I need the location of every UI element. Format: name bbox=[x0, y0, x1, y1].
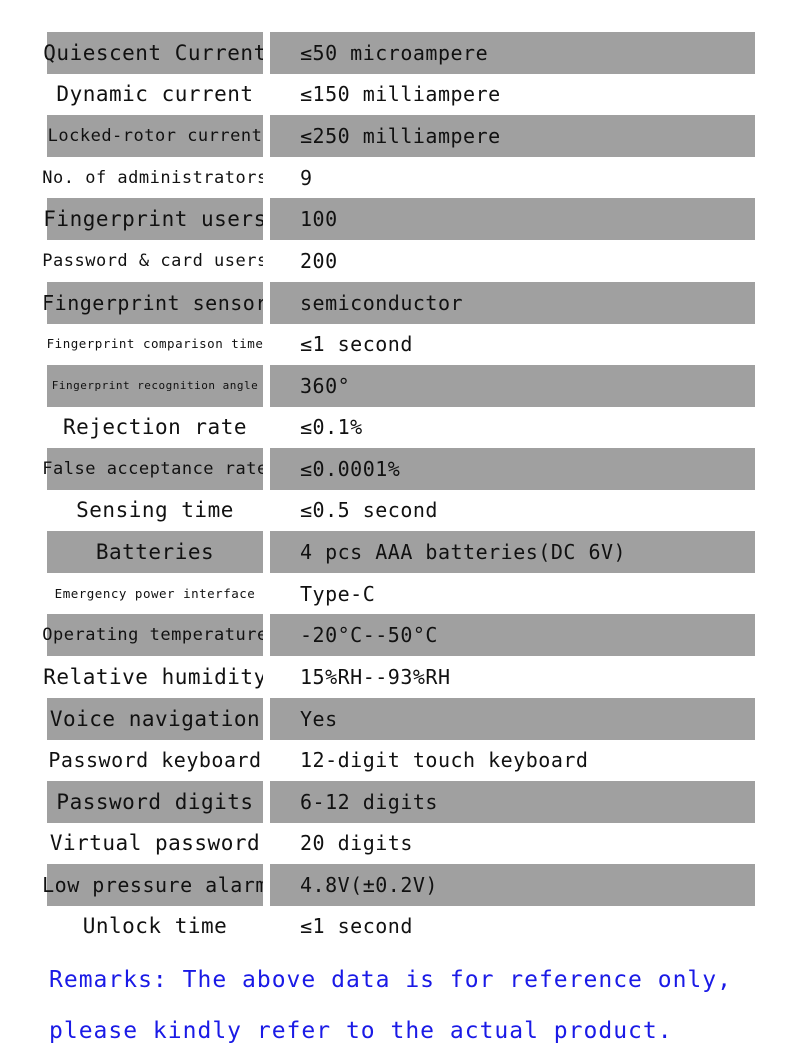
spec-value: ≤50 microampere bbox=[270, 32, 755, 74]
spec-label: Voice navigation bbox=[47, 697, 263, 740]
spec-row: Fingerprint sensor semiconductor bbox=[42, 281, 755, 324]
spec-label: Fingerprint users bbox=[43, 198, 266, 241]
spec-label: Emergency power interface bbox=[54, 586, 256, 602]
cell-divider bbox=[263, 32, 270, 74]
spec-label: Unlock time bbox=[82, 914, 228, 939]
spec-row: Password & card users 200 bbox=[42, 239, 755, 282]
spec-value: ≤1 second bbox=[300, 331, 413, 356]
spec-value: 6-12 digits bbox=[270, 780, 755, 823]
spec-value: 12-digit touch keyboard bbox=[300, 747, 589, 772]
cell-divider bbox=[263, 863, 270, 906]
cell-divider bbox=[263, 323, 270, 365]
spec-row: Rejection rate ≤0.1% bbox=[47, 406, 755, 448]
spec-row: Quiescent Current ≤50 microampere bbox=[43, 32, 755, 74]
spec-value: ≤250 milliampere bbox=[270, 115, 755, 158]
spec-label: Password digits bbox=[47, 780, 263, 823]
spec-row: Batteries 4 pcs AAA batteries(DC 6V) bbox=[47, 531, 755, 574]
spec-row: No. of administrators 9 bbox=[42, 156, 755, 199]
spec-label: Rejection rate bbox=[62, 415, 247, 440]
spec-table: Quiescent Current ≤50 microampere Dynamic … bbox=[42, 32, 755, 948]
spec-value: Type-C bbox=[300, 581, 376, 606]
spec-row: Fingerprint recognition angle 360° bbox=[47, 364, 755, 407]
spec-value: ≤0.1% bbox=[300, 415, 363, 440]
spec-label: Operating temperature bbox=[42, 614, 267, 657]
spec-row: Fingerprint comparison time ≤1 second bbox=[47, 323, 755, 365]
cell-divider bbox=[263, 447, 270, 490]
spec-value: 100 bbox=[270, 198, 755, 241]
spec-value: 9 bbox=[300, 165, 313, 190]
spec-value: 20 digits bbox=[300, 831, 413, 856]
spec-row: Fingerprint users 100 bbox=[43, 198, 755, 241]
spec-value: 360° bbox=[270, 364, 755, 407]
spec-row: Voice navigation Yes bbox=[47, 697, 755, 740]
cell-divider bbox=[263, 239, 270, 282]
spec-value: ≤0.0001% bbox=[270, 447, 755, 490]
spec-label: Fingerprint comparison time bbox=[46, 336, 264, 352]
spec-label: Password & card users bbox=[42, 250, 268, 271]
spec-value: 200 bbox=[300, 248, 338, 273]
cell-divider bbox=[263, 406, 270, 448]
cell-divider bbox=[263, 489, 270, 532]
spec-label: Sensing time bbox=[76, 498, 234, 523]
spec-value: 4 pcs AAA batteries(DC 6V) bbox=[270, 531, 755, 574]
spec-label: Locked-rotor current bbox=[47, 115, 263, 158]
cell-divider bbox=[263, 655, 270, 698]
spec-value: semiconductor bbox=[270, 281, 755, 324]
spec-row: Dynamic current ≤150 milliampere bbox=[47, 73, 755, 116]
spec-value: Yes bbox=[270, 697, 755, 740]
cell-divider bbox=[263, 739, 270, 781]
cell-divider bbox=[263, 822, 270, 864]
cell-divider bbox=[263, 115, 270, 157]
spec-row: Relative humidity 15%RH--93%RH bbox=[43, 655, 755, 698]
spec-row: Sensing time ≤0.5 second bbox=[47, 489, 755, 532]
cell-divider bbox=[263, 364, 270, 407]
spec-row: Password keyboard 12-digit touch keyboard bbox=[47, 739, 755, 781]
cell-divider bbox=[263, 156, 270, 199]
spec-row: False acceptance rate ≤0.0001% bbox=[42, 447, 755, 490]
spec-label: No. of administrators bbox=[42, 167, 268, 188]
spec-label: Batteries bbox=[47, 531, 263, 574]
spec-value: 15%RH--93%RH bbox=[300, 664, 451, 689]
spec-label: Relative humidity bbox=[43, 664, 267, 689]
cell-divider bbox=[263, 614, 270, 656]
cell-divider bbox=[263, 73, 270, 116]
cell-divider bbox=[263, 572, 270, 615]
cell-divider bbox=[263, 531, 270, 573]
cell-divider bbox=[263, 198, 270, 240]
remarks-line-1: Remarks: The above data is for reference… bbox=[49, 967, 732, 993]
remarks: Remarks: The above data is for reference… bbox=[49, 955, 732, 1057]
spec-row: Password digits 6-12 digits bbox=[47, 780, 755, 823]
spec-label: Dynamic current bbox=[56, 82, 254, 107]
spec-label: Password keyboard bbox=[48, 747, 262, 772]
spec-label: Fingerprint recognition angle bbox=[47, 364, 263, 407]
spec-value: ≤150 milliampere bbox=[300, 82, 501, 107]
spec-row: Virtual password 20 digits bbox=[47, 822, 755, 864]
cell-divider bbox=[263, 905, 270, 948]
spec-label: Fingerprint sensor bbox=[42, 281, 267, 324]
spec-value: ≤0.5 second bbox=[300, 498, 438, 523]
spec-value: 4.8V(±0.2V) bbox=[270, 863, 755, 906]
spec-value: ≤1 second bbox=[300, 914, 413, 939]
cell-divider bbox=[263, 697, 270, 740]
remarks-line-2: please kindly refer to the actual produc… bbox=[49, 1018, 673, 1044]
spec-row: Locked-rotor current ≤250 milliampere bbox=[47, 115, 755, 158]
spec-label: False acceptance rate bbox=[42, 447, 267, 490]
cell-divider bbox=[263, 780, 270, 823]
cell-divider bbox=[263, 281, 270, 324]
spec-label: Low pressure alarm bbox=[42, 863, 267, 906]
spec-row: Low pressure alarm 4.8V(±0.2V) bbox=[42, 863, 755, 906]
spec-label: Quiescent Current bbox=[43, 32, 266, 74]
spec-label: Virtual password bbox=[49, 831, 261, 856]
spec-row: Operating temperature -20°C--50°C bbox=[42, 614, 755, 657]
spec-row: Unlock time ≤1 second bbox=[47, 905, 755, 948]
spec-value: -20°C--50°C bbox=[270, 614, 755, 657]
spec-row: Emergency power interface Type-C bbox=[47, 572, 755, 615]
